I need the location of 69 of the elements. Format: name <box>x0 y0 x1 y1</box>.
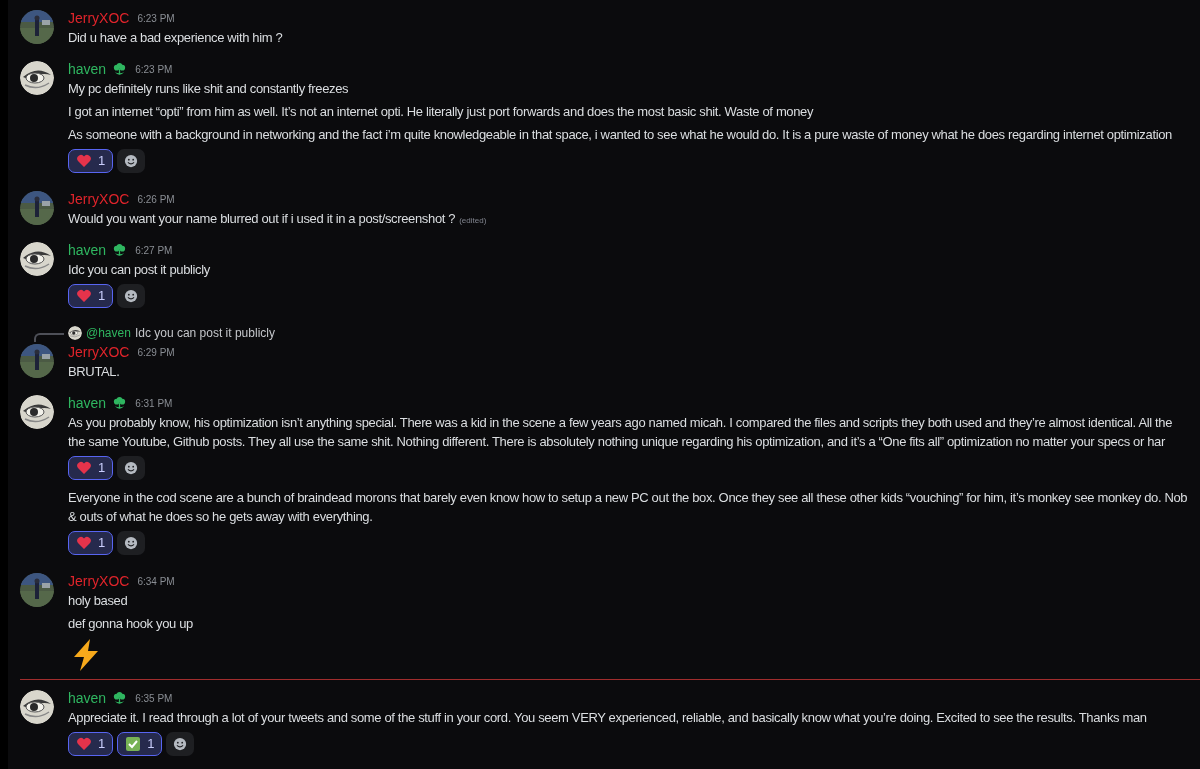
timestamp: 6:27 PM <box>135 243 173 258</box>
smiley-icon <box>124 536 139 550</box>
message-text: Would you want your name blurred out if i used it in a post/screenshot ? <box>68 210 456 228</box>
avatar-icon[interactable] <box>20 242 54 276</box>
reaction-button[interactable]: 1 <box>68 284 114 308</box>
username[interactable]: haven <box>68 392 107 414</box>
message-text: the same Youtube, Github posts. They all use the same shit. Nothing different. There is absolutely nothing unique regarding his optimization, and it’s a “One fits all” optimization no matter your specs or har <box>68 433 1165 451</box>
add-reaction-button[interactable] <box>166 732 195 756</box>
username[interactable]: haven <box>68 687 107 709</box>
username[interactable]: JerryXOC <box>68 570 130 592</box>
checkmark-icon <box>125 736 142 752</box>
message-text: BRUTAL. <box>68 363 120 381</box>
avatar-icon[interactable] <box>20 10 54 44</box>
edited-label: (edited) <box>459 215 487 227</box>
leaf-badge-icon <box>112 242 128 258</box>
message-text: Appreciate it. I read through a lot of your tweets and some of the stuff in your cord. You seem VERY experienced, reliable, and basically know what you’re doing. Excited to see the results. Thanks man <box>68 709 1147 727</box>
add-reaction-button[interactable] <box>117 149 146 173</box>
message-text: & outs of what he does so he gets away with everything. <box>68 508 373 526</box>
smiley-icon <box>124 289 139 303</box>
heart-icon <box>76 736 92 752</box>
heart-icon <box>76 288 92 304</box>
message-text: def gonna hook you up <box>68 615 193 633</box>
reaction-button[interactable]: 1 <box>68 456 114 480</box>
reply-preview[interactable]: Idc you can post it publicly <box>134 324 275 342</box>
username[interactable]: JerryXOC <box>68 7 130 29</box>
avatar-icon[interactable] <box>20 344 54 378</box>
avatar-icon[interactable] <box>20 61 54 95</box>
reply-connector <box>34 333 64 342</box>
leaf-badge-icon <box>112 61 128 77</box>
leaf-badge-icon <box>112 395 128 411</box>
message-text: As you probably know, his optimization isn’t anything special. There was a kid in the scene a few years ago named micah. I compared the files and scripts they both used and they’re almost identical. All the <box>68 414 1173 432</box>
reaction-button[interactable]: 1 <box>117 732 163 756</box>
avatar-icon[interactable] <box>20 690 54 724</box>
timestamp: 6:29 PM <box>137 345 175 360</box>
add-reaction-button[interactable] <box>117 284 146 308</box>
heart-icon <box>76 460 92 476</box>
message-text: I got an internet “opti” from him as well. It’s not an internet opti. He literally just port forwards and does the most basic shit. Waste of money <box>68 103 814 121</box>
add-reaction-button[interactable] <box>117 531 146 555</box>
avatar-icon[interactable] <box>20 573 54 607</box>
reaction-button[interactable]: 1 <box>68 149 114 173</box>
smiley-icon <box>124 461 139 475</box>
message-text: My pc definitely runs like shit and constantly freezes <box>68 80 349 98</box>
timestamp: 6:35 PM <box>135 691 173 706</box>
username[interactable]: haven <box>68 239 107 261</box>
leaf-badge-icon <box>112 690 128 706</box>
heart-icon <box>76 535 92 551</box>
message-text: Did u have a bad experience with him ? <box>68 29 283 47</box>
timestamp: 6:23 PM <box>137 11 175 26</box>
add-reaction-button[interactable] <box>117 456 146 480</box>
timestamp: 6:23 PM <box>135 62 173 77</box>
reaction-button[interactable]: 1 <box>68 531 114 555</box>
username[interactable]: haven <box>68 58 107 80</box>
smiley-icon <box>173 737 188 751</box>
timestamp: 6:31 PM <box>135 396 173 411</box>
timestamp: 6:26 PM <box>137 192 175 207</box>
avatar-icon[interactable] <box>20 191 54 225</box>
heart-icon <box>76 153 92 169</box>
reply-author[interactable]: @haven <box>86 324 131 342</box>
message-text: As someone with a background in networking and the fact i’m quite knowledgeable in that space, i wanted to see what he would do. It is a pure waste of money what he does regarding internet optimization <box>68 126 1172 144</box>
message-text: Idc you can post it publicly <box>68 261 210 279</box>
smiley-icon <box>124 154 139 168</box>
message-text: holy based <box>68 592 128 610</box>
username[interactable]: JerryXOC <box>68 341 130 363</box>
message-text: Everyone in the cod scene are a bunch of braindead morons that barely even know how to setup a new PC out the box. Once they see all these other kids “vouching” for him, it’s monkey see monkey do. Nob <box>68 489 1188 507</box>
avatar-icon[interactable] <box>20 395 54 429</box>
avatar-icon[interactable] <box>68 326 82 340</box>
reaction-button[interactable]: 1 <box>68 732 114 756</box>
username[interactable]: JerryXOC <box>68 188 130 210</box>
timestamp: 6:34 PM <box>137 574 175 589</box>
